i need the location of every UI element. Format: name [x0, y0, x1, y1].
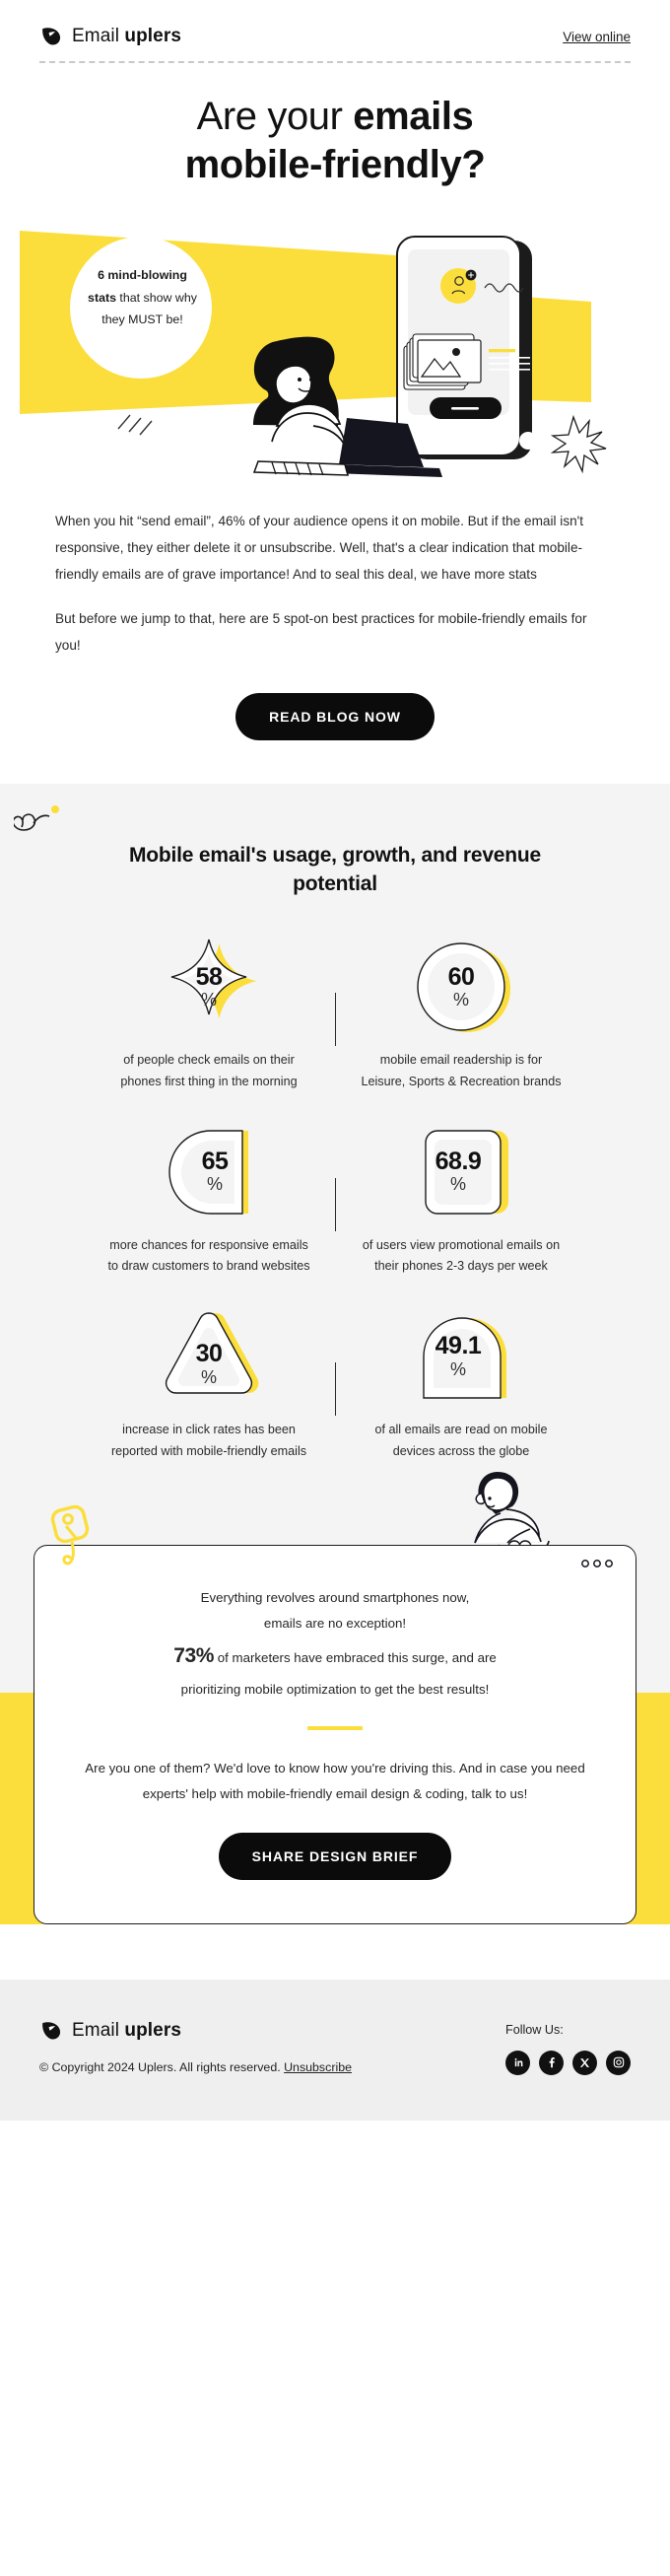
promo-line-2: emails are no exception!	[263, 1616, 407, 1632]
stat-item-60: 60 % mobile email readership is for Leis…	[336, 932, 587, 1092]
view-online-link[interactable]: View online	[563, 30, 631, 44]
intro-copy: When you hit “send email”, 46% of your a…	[0, 478, 670, 660]
promo-bottom-spacer	[0, 1923, 670, 1980]
stat-badge-shape: 49.1 %	[344, 1301, 579, 1412]
stats-section: Mobile email's usage, growth, and revenu…	[0, 783, 670, 1546]
intro-paragraph-2: But before we jump to that, here are 5 s…	[55, 611, 587, 654]
follow-us-label: Follow Us:	[505, 2022, 564, 2037]
promo-line-4: prioritizing mobile optimization to get …	[180, 1682, 490, 1698]
key-doodle-icon	[46, 1502, 101, 1584]
promo-section: Everything revolves around smartphones n…	[0, 1472, 670, 1980]
footer-left-column: Email uplers © Copyright 2024 Uplers. Al…	[39, 2019, 352, 2074]
copyright-text: © Copyright 2024 Uplers. All rights rese…	[39, 2060, 352, 2074]
page-title: Are your emails mobile-friendly?	[184, 95, 486, 186]
stat-item-30: 30 % increase in click rates has been re…	[84, 1301, 335, 1462]
three-dots-icon	[580, 1556, 614, 1573]
footer-right-column: Follow Us:	[505, 2019, 631, 2075]
uplers-pick-logo-icon	[39, 25, 63, 48]
unsubscribe-link[interactable]: Unsubscribe	[284, 2060, 352, 2074]
stat-item-689: 68.9 % of users view promotional emails …	[336, 1117, 587, 1278]
hero-illustration: 6 mind-blowing stats that show why they …	[0, 217, 670, 478]
stat-item-65: 65 % more chances for responsive emails …	[84, 1117, 335, 1278]
stat-badge-shape: 65 %	[92, 1117, 327, 1227]
promo-closing-copy: Are you one of them? We'd love to know h…	[85, 1760, 585, 1801]
brand-name: Email uplers	[72, 26, 182, 46]
uplers-pick-logo-icon	[39, 2019, 63, 2043]
copyright-label: © Copyright 2024 Uplers. All rights rese…	[39, 2059, 285, 2074]
facebook-icon[interactable]	[539, 2050, 564, 2075]
stat-item-58: 58 % of people check emails on their pho…	[84, 932, 335, 1092]
stats-row: 65 % more chances for responsive emails …	[0, 1117, 670, 1278]
brand-logo-lockup: Email uplers	[39, 25, 181, 48]
stats-row: 58 % of people check emails on their pho…	[0, 932, 670, 1092]
share-brief-cta-wrap: SHARE DESIGN BRIEF	[78, 1832, 592, 1880]
promo-card: Everything revolves around smartphones n…	[34, 1505, 636, 1924]
stat-caption: of people check emails on their phones f…	[120, 1053, 298, 1088]
stat-badge-shape: 30 %	[92, 1301, 327, 1412]
promo-separator	[307, 1725, 363, 1730]
email-header: Email uplers View online	[0, 0, 670, 51]
footer-brand-name: Email uplers	[72, 2019, 182, 2041]
intro-paragraph-1: When you hit “send email”, 46% of your a…	[55, 513, 584, 582]
instagram-icon[interactable]	[606, 2050, 631, 2075]
read-blog-cta-wrap: READ BLOG NOW	[0, 660, 670, 784]
stats-section-title: Mobile email's usage, growth, and revenu…	[128, 843, 542, 895]
stat-badge-shape: 60 %	[344, 932, 579, 1042]
stat-item-491: 49.1 % of all emails are read on mobile …	[336, 1301, 587, 1462]
promo-line-1: Everything revolves around smartphones n…	[200, 1590, 470, 1606]
stat-caption: of users view promotional emails on thei…	[362, 1237, 561, 1274]
share-design-brief-button[interactable]: SHARE DESIGN BRIEF	[218, 1832, 452, 1880]
footer-brand-lockup: Email uplers	[39, 2019, 352, 2043]
stat-caption: mobile email readership is for Leisure, …	[361, 1053, 562, 1088]
stats-grid: 58 % of people check emails on their pho…	[0, 932, 670, 1462]
stats-row: 30 % increase in click rates has been re…	[0, 1301, 670, 1462]
stat-caption: more chances for responsive emails to dr…	[107, 1237, 310, 1274]
promo-line-3: of marketers have embraced this surge, a…	[214, 1650, 497, 1666]
promo-stat-value: 73%	[173, 1644, 215, 1668]
stat-badge-shape: 68.9 %	[344, 1117, 579, 1227]
linkedin-icon[interactable]	[505, 2050, 530, 2075]
email-newsletter: Email uplers View online Are your emails…	[0, 0, 670, 2121]
stat-caption: of all emails are read on mobile devices…	[374, 1422, 548, 1458]
squiggle-decoration-icon	[12, 798, 77, 846]
promo-headline-block: Everything revolves around smartphones n…	[78, 1585, 592, 1703]
hero-stats-badge: 6 mind-blowing stats that show why they …	[88, 267, 197, 327]
social-links	[505, 2050, 631, 2075]
email-footer: Email uplers © Copyright 2024 Uplers. Al…	[0, 1979, 670, 2121]
read-blog-now-button[interactable]: READ BLOG NOW	[235, 692, 435, 740]
stat-badge-shape: 58 %	[92, 932, 327, 1042]
stat-caption: increase in click rates has been reporte…	[110, 1422, 307, 1458]
x-twitter-icon[interactable]	[572, 2050, 597, 2075]
